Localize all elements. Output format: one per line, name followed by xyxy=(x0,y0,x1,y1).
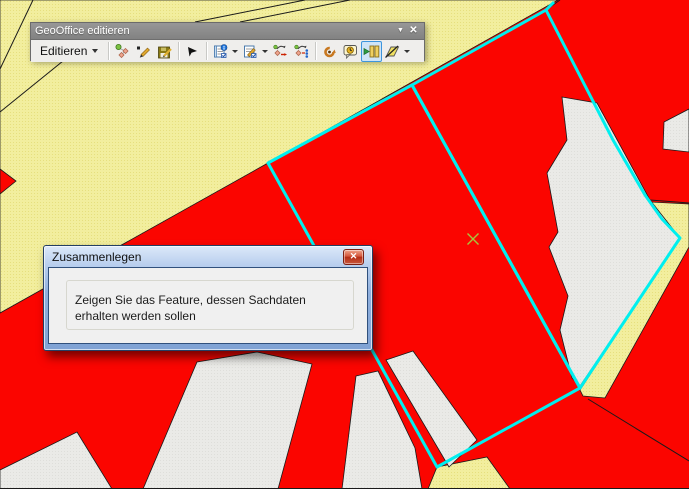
geooffice-toolbar-window: GeoOffice editieren ▼ ✕ Editieren xyxy=(30,22,425,61)
toolbar-title: GeoOffice editieren xyxy=(35,25,394,37)
save-edits-icon[interactable] xyxy=(154,41,175,62)
edit-arrow-tool-icon[interactable] xyxy=(182,41,203,62)
merge-features-icon[interactable] xyxy=(361,41,382,62)
zusammenlegen-dialog: Zusammenlegen ✕ Zeigen Sie das Feature, … xyxy=(43,245,373,351)
toolbar-titlebar[interactable]: GeoOffice editieren ▼ ✕ xyxy=(31,23,424,40)
cut-polygon-tool-icon[interactable] xyxy=(382,41,403,62)
toolbar-body: Editieren xyxy=(31,40,424,62)
dialog-titlebar[interactable]: Zusammenlegen ✕ xyxy=(48,246,368,267)
dialog-client-area: Zeigen Sie das Feature, dessen Sachdaten… xyxy=(48,267,368,344)
toolbar-separator xyxy=(315,42,316,60)
dialog-message: Zeigen Sie das Feature, dessen Sachdaten… xyxy=(75,292,343,324)
editieren-label: Editieren xyxy=(40,44,87,58)
dialog-title: Zusammenlegen xyxy=(52,250,343,264)
dropdown-arrow-icon[interactable] xyxy=(262,50,268,53)
dropdown-arrow-icon[interactable] xyxy=(404,50,410,53)
show-comment-tool-icon[interactable] xyxy=(340,41,361,62)
toolbar-close-icon[interactable]: ✕ xyxy=(407,24,420,38)
transfer-attributes-multiple-icon[interactable] xyxy=(291,41,312,62)
editieren-menu-button[interactable]: Editieren xyxy=(34,41,105,61)
toolbar-separator xyxy=(108,42,109,60)
rotate-tool-icon[interactable] xyxy=(319,41,340,62)
dropdown-arrow-icon[interactable] xyxy=(232,50,238,53)
toolbar-separator xyxy=(178,42,179,60)
toolbar-collapse-icon[interactable]: ▼ xyxy=(394,24,407,38)
sketch-pencil-tool-icon[interactable] xyxy=(133,41,154,62)
dropdown-arrow-icon xyxy=(92,49,98,53)
attributes-icon[interactable] xyxy=(210,41,231,62)
dialog-close-icon[interactable]: ✕ xyxy=(343,249,364,265)
toolbar-separator xyxy=(206,42,207,60)
create-sketch-tool-icon[interactable] xyxy=(112,41,133,62)
dialog-message-groupbox: Zeigen Sie das Feature, dessen Sachdaten… xyxy=(66,280,354,330)
edit-attributes-icon[interactable] xyxy=(240,41,261,62)
transfer-attributes-icon[interactable] xyxy=(270,41,291,62)
